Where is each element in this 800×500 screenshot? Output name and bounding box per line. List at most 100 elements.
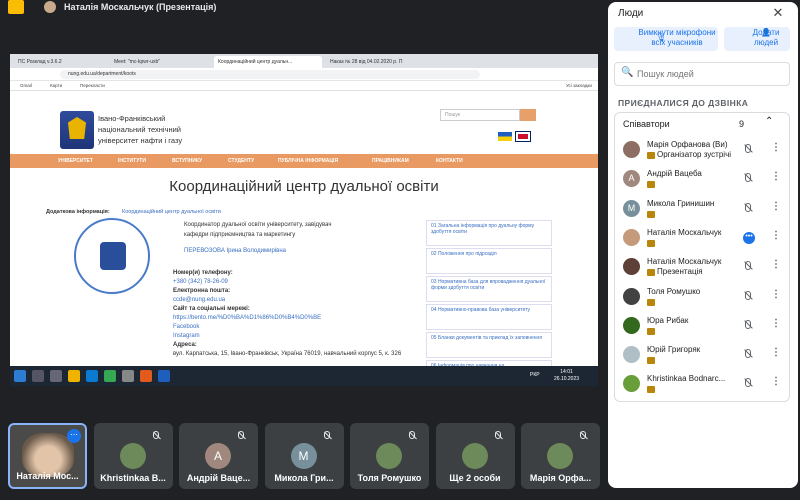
social-link[interactable]: https://bento.me/%D0%BA%D1%86%D0%B4%D0%B… — [173, 315, 321, 321]
participant-row[interactable]: Khristinkaa Bodnarc... ⋮ — [615, 371, 789, 398]
side-link[interactable]: 02 Положення про підрозділ — [426, 248, 552, 274]
mute-all-button[interactable]: 🎙 Вимкнути мікрофони всіх учасників — [614, 27, 718, 51]
explorer-icon[interactable] — [68, 370, 80, 382]
mic-off-icon[interactable] — [745, 290, 751, 300]
side-link[interactable]: 03 Нормативна база для впровадження дуал… — [426, 276, 552, 302]
side-link[interactable]: 01 Загальна інформація про дуальну форму… — [426, 220, 552, 246]
bookmark[interactable]: Gmail — [20, 83, 32, 88]
avatar — [461, 443, 488, 469]
word-icon[interactable] — [158, 370, 170, 382]
participant-row[interactable]: Толя Ромушко ⋮ — [615, 284, 789, 311]
nav-item[interactable]: СТУДЕНТУ — [228, 158, 254, 164]
participant-name: Ще 2 особи — [449, 473, 501, 483]
more-vert-icon[interactable]: ⋮ — [771, 171, 781, 182]
url-field[interactable]: nung.edu.ua/department/koots — [60, 70, 480, 79]
browser-tab[interactable]: ПС Розклад v.3.6.2 — [14, 56, 106, 68]
more-vert-icon[interactable]: ⋮ — [771, 142, 781, 153]
bookmark[interactable]: Усі закладки — [566, 83, 592, 88]
extra-info-link[interactable]: Координаційний центр дуальної освіти — [122, 209, 221, 215]
participant-row[interactable]: М Микола Гринишин ⋮ — [615, 196, 789, 223]
side-link[interactable]: 04 Нормативно-правова база університету — [426, 304, 552, 330]
more-vert-icon[interactable]: ⋮ — [771, 347, 781, 358]
edge-icon[interactable] — [86, 370, 98, 382]
group-header[interactable]: Співавтори 9 ⌃ — [615, 113, 789, 135]
firefox-icon[interactable] — [140, 370, 152, 382]
university-name: Івано-Франківський — [98, 114, 166, 123]
more-options-icon[interactable]: ⋯ — [67, 429, 81, 443]
joined-heading: ПРИЄДНАЛИСЯ ДО ДЗВІНКА — [618, 98, 749, 108]
nav-item[interactable]: ПРАЦІВНИКАМ — [372, 158, 409, 164]
participant-tile[interactable]: ⋯ Наталія Мос... — [8, 423, 87, 489]
nav-item[interactable]: ІНСТИТУТИ — [118, 158, 146, 164]
site-search-input[interactable]: Пошук — [440, 109, 520, 121]
browser-tab-active[interactable]: Координаційний центр дуальн... — [214, 56, 322, 68]
more-vert-icon[interactable]: ⋮ — [771, 289, 781, 300]
participant-row[interactable]: Марія Орфанова (Ви) Організатор зустрічі ⋮ — [615, 137, 789, 164]
participant-row[interactable]: А Андрій Вацеба ⋮ — [615, 166, 789, 193]
browser-tab[interactable]: Meet: "mc-kpwr-uxb" — [110, 56, 210, 68]
participant-row[interactable]: Юра Рибак ⋮ — [615, 313, 789, 340]
mic-off-icon — [238, 431, 244, 439]
taskview-icon[interactable] — [50, 370, 62, 382]
more-vert-icon[interactable]: ⋮ — [771, 230, 781, 241]
more-vert-icon[interactable]: ⋮ — [771, 259, 781, 270]
mic-off-icon[interactable] — [745, 261, 751, 271]
phone-link[interactable]: +380 (342) 78-26-09 — [173, 279, 228, 285]
more-vert-icon[interactable]: ⋮ — [771, 376, 781, 387]
more-vert-icon[interactable]: ⋮ — [771, 201, 781, 212]
more-vert-icon[interactable]: ⋮ — [771, 318, 781, 329]
coordinator-text: кафедри підприємництва та маркетингу — [184, 232, 296, 238]
chevron-up-icon[interactable]: ⌃ — [765, 116, 773, 127]
mic-off-icon[interactable] — [745, 202, 751, 212]
browser-tab[interactable]: Наказ № 28 від 04.02.2020 р. П — [326, 56, 426, 68]
mic-off-icon[interactable] — [745, 378, 751, 388]
nav-item[interactable]: ПУБЛІЧНА ІНФОРМАЦІЯ — [278, 158, 338, 164]
ukraine-flag-icon[interactable] — [498, 132, 512, 141]
participant-name: Андрій Ваце... — [186, 473, 251, 483]
mic-off-icon[interactable] — [745, 349, 751, 359]
participant-name: Микола Гри... — [274, 473, 334, 483]
participant-tile[interactable]: Khristinkaa B... — [93, 423, 173, 489]
avatar — [623, 287, 640, 305]
coordinator-name[interactable]: ПЕРЕВОЗОВА Ірина Володимирівна — [184, 248, 286, 254]
instagram-link[interactable]: Instagram — [173, 333, 200, 339]
lang-indicator[interactable]: РКР — [530, 372, 540, 378]
participant-name: Толя Ромушко — [357, 473, 422, 483]
participant-row[interactable]: Наталія Москальчук ••• ⋮ — [615, 225, 789, 252]
mic-off-icon[interactable] — [745, 173, 751, 183]
participant-tile[interactable]: Толя Ромушко — [350, 423, 429, 489]
mic-off-icon[interactable] — [745, 319, 751, 329]
avatar: А — [623, 170, 640, 188]
windows-start-icon[interactable] — [14, 370, 26, 382]
add-people-button[interactable]: 👤 Додати людей — [724, 27, 790, 51]
participant-tile[interactable]: Марія Орфа... — [521, 423, 600, 489]
people-search[interactable]: 🔍 — [614, 62, 790, 86]
people-search-input[interactable] — [637, 69, 777, 79]
phone-label: Номер(и) телефону: — [173, 270, 233, 276]
uk-flag-icon[interactable] — [515, 131, 531, 142]
participant-tile[interactable]: А Андрій Ваце... — [179, 423, 258, 489]
participant-row[interactable]: Юрій Григоряк ⋮ — [615, 342, 789, 369]
mic-off-icon[interactable] — [745, 144, 751, 153]
participant-tile[interactable]: М Микола Гри... — [264, 423, 344, 489]
badge-icon — [647, 239, 655, 247]
side-link[interactable]: 05 Бланки документів та приклад їх запов… — [426, 332, 552, 358]
bookmark[interactable]: Перекласти — [80, 83, 105, 88]
nav-item[interactable]: ВСТУПНИКУ — [172, 158, 202, 164]
close-icon[interactable]: ✕ — [770, 5, 786, 21]
facebook-link[interactable]: Facebook — [173, 324, 199, 330]
chrome-icon[interactable] — [104, 370, 116, 382]
bookmark[interactable]: Карти — [50, 83, 62, 88]
avatar — [623, 375, 640, 393]
participant-row[interactable]: Наталія Москальчук Презентація ⋮ — [615, 254, 789, 281]
participant-tile[interactable]: Ще 2 особи — [435, 423, 515, 489]
nav-item[interactable]: УНІВЕРСИТЕТ — [58, 158, 93, 164]
avatar — [623, 258, 640, 276]
search-icon[interactable] — [32, 370, 44, 382]
email-link[interactable]: ccde@nung.edu.ua — [173, 297, 225, 303]
nav-item[interactable]: КОНТАКТИ — [436, 158, 463, 164]
avatar: А — [205, 443, 231, 469]
mic-off-icon — [409, 431, 415, 439]
app-icon[interactable] — [122, 370, 134, 382]
site-search-button[interactable] — [520, 109, 536, 121]
